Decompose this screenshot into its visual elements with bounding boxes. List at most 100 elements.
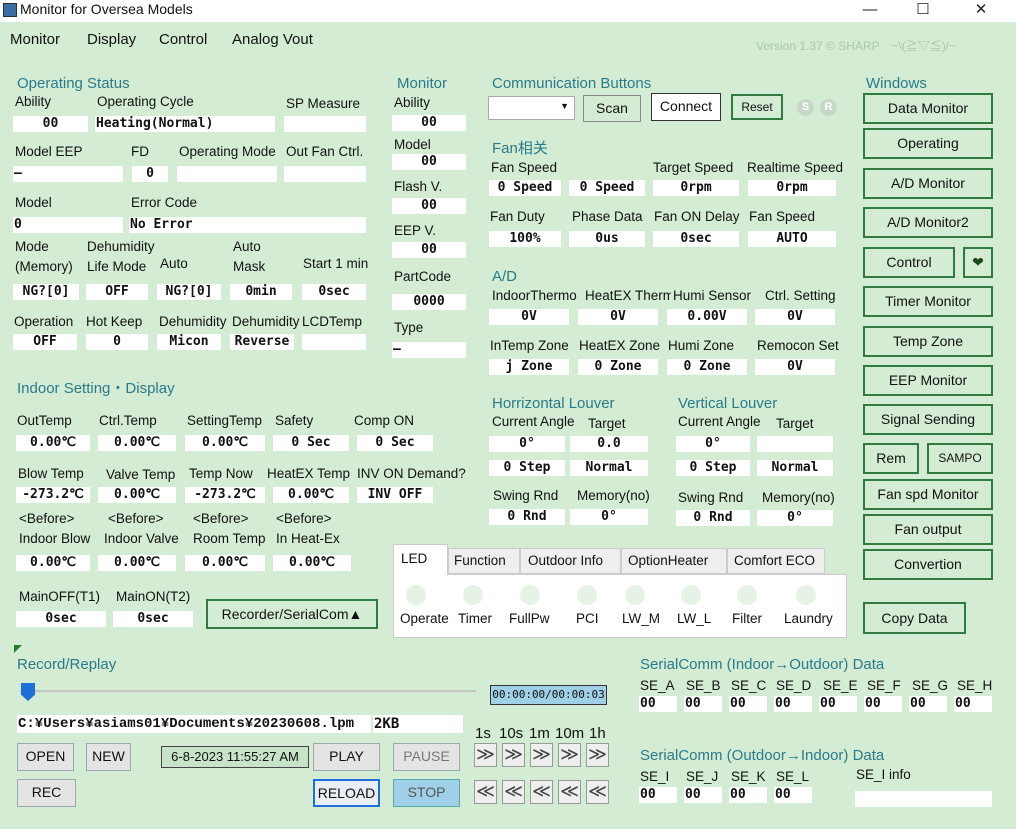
convertion-button[interactable]: Convertion: [863, 549, 993, 580]
settemp-label: SettingTemp: [187, 413, 263, 428]
replay-slider-thumb[interactable]: [21, 683, 35, 701]
operating-button[interactable]: Operating: [863, 128, 993, 159]
connect-button[interactable]: Connect: [651, 93, 721, 121]
temp-zone-button[interactable]: Temp Zone: [863, 326, 993, 357]
tab-comfort-eco[interactable]: Comfort ECO: [734, 553, 815, 569]
play-button[interactable]: PLAY: [313, 743, 380, 771]
auto-label: Auto: [160, 256, 188, 271]
temp-now-label: Temp Now: [189, 466, 253, 481]
new-button[interactable]: NEW: [86, 743, 131, 771]
pause-button[interactable]: PAUSE: [393, 743, 460, 771]
hlouver-mode-value: Normal: [570, 460, 648, 476]
recorder-serialcom-button[interactable]: Recorder/SerialCom▲: [206, 599, 378, 629]
rec-button[interactable]: REC: [17, 779, 76, 807]
rem-button[interactable]: Rem: [863, 443, 919, 474]
stop-button[interactable]: STOP: [393, 779, 460, 807]
se-g-value: 00: [909, 696, 947, 712]
tab-option-heater[interactable]: OptionHeater: [628, 553, 708, 569]
target-speed-label: Target Speed: [653, 160, 734, 175]
comm-title: Communication Buttons: [492, 75, 652, 92]
cycle-label: Operating Cycle: [97, 94, 194, 109]
menu-display[interactable]: Display: [87, 31, 136, 48]
vlouver-swing-value: 0 Rnd: [676, 510, 750, 526]
menu-control[interactable]: Control: [159, 31, 207, 48]
mainon-label: MainON(T2): [116, 589, 191, 604]
back-1s-button[interactable]: ≪: [474, 780, 497, 804]
se-l-value: 00: [774, 787, 812, 803]
copy-data-button[interactable]: Copy Data: [863, 602, 966, 634]
ad-monitor2-button[interactable]: A/D Monitor2: [863, 207, 993, 238]
reload-button[interactable]: RELOAD: [313, 779, 380, 807]
dehum3-label: Dehumidity: [232, 314, 300, 329]
forward-10m-button[interactable]: ≫: [558, 743, 581, 767]
app-icon: [3, 3, 17, 17]
collapse-corner-icon[interactable]: [14, 645, 22, 653]
eep-monitor-button[interactable]: EEP Monitor: [863, 365, 993, 396]
safety-label: Safety: [275, 413, 314, 428]
operating-status-title: Operating Status: [17, 75, 130, 92]
maximize-button[interactable]: ☐: [900, 0, 946, 22]
auto-value: NG?[0]: [157, 284, 221, 300]
chevron-down-icon: ▼: [560, 101, 569, 111]
monitor-ability-label: Ability: [394, 95, 431, 110]
tab-outdoor-info[interactable]: Outdoor Info: [528, 553, 603, 569]
close-button[interactable]: ✕: [958, 0, 1004, 22]
heart-icon[interactable]: ❤: [963, 247, 993, 278]
led-laundry-indicator: [796, 585, 816, 605]
forward-1m-button[interactable]: ≫: [530, 743, 553, 767]
outfan-value: [284, 166, 366, 182]
partcode-label: PartCode: [394, 269, 452, 284]
fan-spd-monitor-button[interactable]: Fan spd Monitor: [863, 479, 993, 510]
replay-slider-track[interactable]: [20, 690, 476, 692]
port-select[interactable]: ▼: [488, 96, 575, 120]
tab-function[interactable]: Function: [454, 553, 506, 569]
monitor-title: Monitor: [397, 75, 448, 92]
error-value: No Error: [129, 217, 366, 233]
vlouver-title: Vertical Louver: [678, 395, 778, 412]
indoor-thermo-value: 0V: [489, 309, 569, 325]
valve-temp-value: 0.00℃: [98, 487, 176, 503]
control-button[interactable]: Control: [863, 247, 955, 278]
open-button[interactable]: OPEN: [17, 743, 74, 771]
windows-title: Windows: [866, 75, 927, 92]
minimize-button[interactable]: —: [847, 0, 893, 22]
forward-1h-button[interactable]: ≫: [586, 743, 609, 767]
menu-monitor[interactable]: Monitor: [10, 31, 60, 48]
fan-output-button[interactable]: Fan output: [863, 514, 993, 545]
fan-on-delay-value: 0sec: [653, 231, 739, 247]
fan-on-delay-label: Fan ON Delay: [654, 209, 740, 224]
back-10s-button[interactable]: ≪: [502, 780, 525, 804]
eep-label: Model EEP: [15, 144, 83, 159]
ctrltemp-label: Ctrl.Temp: [99, 413, 157, 428]
ad-monitor-button[interactable]: A/D Monitor: [863, 168, 993, 199]
dehum-label-1: Dehumidity: [87, 239, 155, 254]
se-g-label: SE_G: [912, 678, 949, 693]
heatex-thermo-value: 0V: [578, 309, 658, 325]
before-blow-label: Indoor Blow: [19, 531, 91, 546]
data-monitor-button[interactable]: Data Monitor: [863, 93, 993, 124]
reset-button[interactable]: Reset: [731, 94, 783, 120]
fan-duty-value: 100%: [489, 231, 561, 247]
blow-temp-label: Blow Temp: [18, 466, 84, 481]
se-j-label: SE_J: [686, 769, 719, 784]
forward-1s-button[interactable]: ≫: [474, 743, 497, 767]
sampo-button[interactable]: SAMPO: [927, 443, 993, 474]
before-label-3: <Before>: [193, 511, 249, 526]
cycle-value: Heating(Normal): [95, 116, 275, 132]
automask-label-1: Auto: [233, 239, 261, 254]
back-1m-button[interactable]: ≪: [530, 780, 553, 804]
hlouver-angle-value: 0°: [489, 436, 565, 452]
back-1h-button[interactable]: ≪: [586, 780, 609, 804]
timer-monitor-button[interactable]: Timer Monitor: [863, 286, 993, 317]
tab-led[interactable]: LED: [401, 551, 427, 567]
step-label-1m: 1m: [529, 725, 550, 742]
scan-button[interactable]: Scan: [583, 95, 641, 122]
se-i-value: 00: [639, 787, 677, 803]
before-room-value: 0.00℃: [185, 555, 265, 571]
forward-10s-button[interactable]: ≫: [502, 743, 525, 767]
ctrl-setting-label: Ctrl. Setting: [765, 288, 836, 303]
signal-sending-button[interactable]: Signal Sending: [863, 404, 993, 435]
menu-analog-vout[interactable]: Analog Vout: [232, 31, 313, 48]
model-value: 0: [13, 217, 123, 233]
back-10m-button[interactable]: ≪: [558, 780, 581, 804]
